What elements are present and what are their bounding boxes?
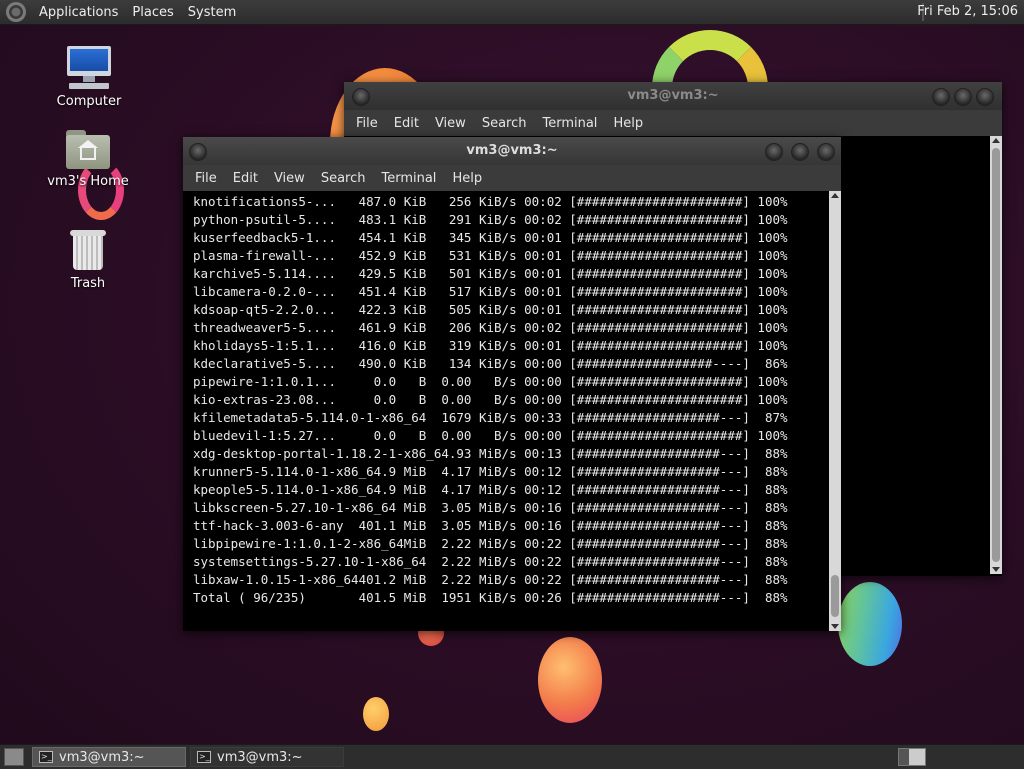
menu-file[interactable]: File: [348, 116, 386, 131]
menu-edit[interactable]: Edit: [386, 116, 427, 131]
menu-terminal[interactable]: Terminal: [534, 116, 605, 131]
desktop-icon-label: vm3's Home: [47, 174, 129, 189]
window-titlebar[interactable]: vm3@vm3:~: [344, 82, 1002, 110]
bottom-taskbar: >_ vm3@vm3:~ >_ vm3@vm3:~: [0, 744, 1024, 769]
menu-file[interactable]: File: [187, 171, 225, 186]
terminal-area[interactable]: knotifications5-... 487.0 KiB 256 KiB/s …: [183, 191, 841, 631]
scrollbar[interactable]: [990, 136, 1002, 574]
menu-edit[interactable]: Edit: [225, 171, 266, 186]
terminal-line: kio-extras-23.08... 0.0 B 0.00 B/s 00:00…: [193, 392, 788, 407]
taskbar-item-label: vm3@vm3:~: [217, 749, 303, 765]
minimize-button[interactable]: [932, 88, 950, 106]
window-menu-icon[interactable]: [352, 88, 370, 106]
terminal-line: bluedevil-1:5.27... 0.0 B 0.00 B/s 00:00…: [193, 428, 788, 443]
show-desktop-icon[interactable]: [4, 748, 24, 766]
scroll-up-icon[interactable]: [831, 193, 839, 198]
terminal-line: python-psutil-5.... 483.1 KiB 291 KiB/s …: [193, 212, 788, 227]
trash-icon: [70, 230, 106, 272]
scrollbar-thumb[interactable]: [992, 148, 1000, 562]
desktop-icon-computer[interactable]: Computer: [44, 46, 134, 109]
window-menubar: File Edit View Search Terminal Help: [344, 110, 1002, 136]
terminal-line: libcamera-0.2.0-... 451.4 KiB 517 KiB/s …: [193, 284, 788, 299]
close-button[interactable]: [976, 88, 994, 106]
maximize-button[interactable]: [791, 143, 809, 161]
close-button[interactable]: [817, 143, 835, 161]
wallpaper-shape: [363, 697, 389, 731]
terminal-line: plasma-firewall-... 452.9 KiB 531 KiB/s …: [193, 248, 788, 263]
terminal-line: kdsoap-qt5-2.2.0... 422.3 KiB 505 KiB/s …: [193, 302, 788, 317]
workspace-switcher[interactable]: [898, 748, 926, 766]
terminal-line: kuserfeedback5-1... 454.1 KiB 345 KiB/s …: [193, 230, 788, 245]
scroll-up-icon[interactable]: [992, 138, 1000, 143]
menu-view[interactable]: View: [427, 116, 474, 131]
terminal-line: kdeclarative5-5.... 490.0 KiB 134 KiB/s …: [193, 356, 788, 371]
window-title: vm3@vm3:~: [466, 143, 558, 158]
terminal-line: knotifications5-... 487.0 KiB 256 KiB/s …: [193, 194, 788, 209]
menu-view[interactable]: View: [266, 171, 313, 186]
desktop-icon-label: Trash: [70, 276, 106, 291]
menu-applications[interactable]: Applications: [32, 5, 125, 20]
terminal-icon: >_: [197, 751, 211, 763]
terminal-line: karchive5-5.114.... 429.5 KiB 501 KiB/s …: [193, 266, 788, 281]
scrollbar-thumb[interactable]: [831, 575, 839, 617]
scroll-down-icon[interactable]: [831, 624, 839, 629]
taskbar-item-label: vm3@vm3:~: [59, 749, 145, 765]
terminal-window-front[interactable]: vm3@vm3:~ File Edit View Search Terminal…: [183, 137, 841, 631]
wallpaper-shape: [838, 582, 902, 666]
menu-terminal[interactable]: Terminal: [373, 171, 444, 186]
terminal-line: libxaw-1.0.15-1-x86_64401.2 MiB 2.22 MiB…: [193, 572, 788, 587]
home-folder-icon: [66, 130, 110, 170]
desktop-icon-label: Computer: [56, 94, 122, 109]
menu-help[interactable]: Help: [444, 171, 490, 186]
terminal-line: Total ( 96/235) 401.5 MiB 1951 KiB/s 00:…: [193, 590, 788, 605]
window-title: vm3@vm3:~: [627, 88, 719, 103]
terminal-output[interactable]: knotifications5-... 487.0 KiB 256 KiB/s …: [183, 191, 841, 607]
terminal-line: threadweaver5-5.... 461.9 KiB 206 KiB/s …: [193, 320, 788, 335]
minimize-button[interactable]: [765, 143, 783, 161]
clock[interactable]: Fri Feb 2, 15:06: [917, 4, 1018, 19]
terminal-line: libpipewire-1:1.0.1-2-x86_64MiB 2.22 MiB…: [193, 536, 788, 551]
top-panel: Applications Places System Fri Feb 2, 15…: [0, 0, 1024, 25]
menu-search[interactable]: Search: [313, 171, 374, 186]
terminal-line: krunner5-5.114.0-1-x86_64.9 MiB 4.17 MiB…: [193, 464, 788, 479]
computer-icon: [65, 46, 113, 90]
desktop-icon-home[interactable]: vm3's Home: [43, 130, 133, 189]
terminal-icon: >_: [39, 751, 53, 763]
menu-search[interactable]: Search: [474, 116, 535, 131]
taskbar-item[interactable]: >_ vm3@vm3:~: [190, 747, 344, 767]
window-menubar: File Edit View Search Terminal Help: [183, 165, 841, 191]
terminal-line: kpeople5-5.114.0-1-x86_64.9 MiB 4.17 MiB…: [193, 482, 788, 497]
wallpaper-shape: [538, 637, 602, 723]
maximize-button[interactable]: [954, 88, 972, 106]
terminal-line: kfilemetadata5-5.114.0-1-x86_64 1679 KiB…: [193, 410, 788, 425]
menu-places[interactable]: Places: [125, 5, 180, 20]
window-titlebar[interactable]: vm3@vm3:~: [183, 137, 841, 165]
distro-logo-icon[interactable]: [6, 2, 26, 22]
menu-system[interactable]: System: [181, 5, 243, 20]
scrollbar[interactable]: [829, 191, 841, 631]
terminal-line: systemsettings-5.27.10-1-x86_64 2.22 MiB…: [193, 554, 788, 569]
taskbar-item[interactable]: >_ vm3@vm3:~: [32, 747, 186, 767]
terminal-line: ttf-hack-3.003-6-any 401.1 MiB 3.05 MiB/…: [193, 518, 788, 533]
desktop-icon-trash[interactable]: Trash: [43, 230, 133, 291]
terminal-line: kholidays5-1:5.1... 416.0 KiB 319 KiB/s …: [193, 338, 788, 353]
menu-help[interactable]: Help: [605, 116, 651, 131]
scroll-down-icon[interactable]: [992, 567, 1000, 572]
terminal-line: pipewire-1:1.0.1... 0.0 B 0.00 B/s 00:00…: [193, 374, 788, 389]
terminal-line: xdg-desktop-portal-1.18.2-1-x86_64.93 Mi…: [193, 446, 788, 461]
terminal-line: libkscreen-5.27.10-1-x86_64 MiB 3.05 MiB…: [193, 500, 788, 515]
window-menu-icon[interactable]: [189, 143, 207, 161]
